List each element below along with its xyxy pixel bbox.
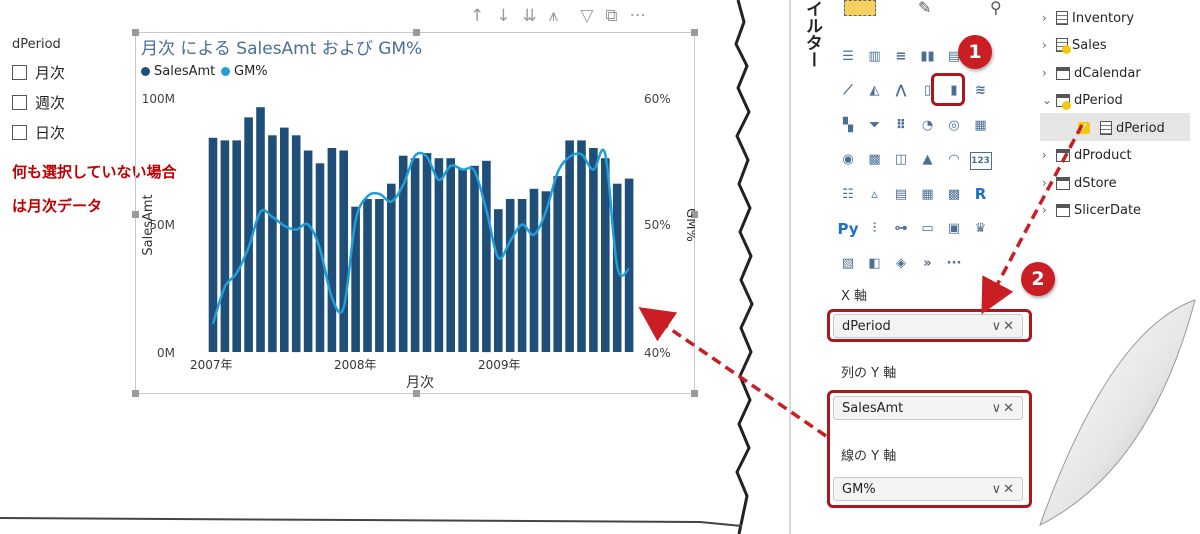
annotation-arrows: [638, 124, 1084, 438]
arrow-to-x-axis-well: [981, 124, 1084, 315]
arrow-to-chart: [638, 307, 827, 438]
